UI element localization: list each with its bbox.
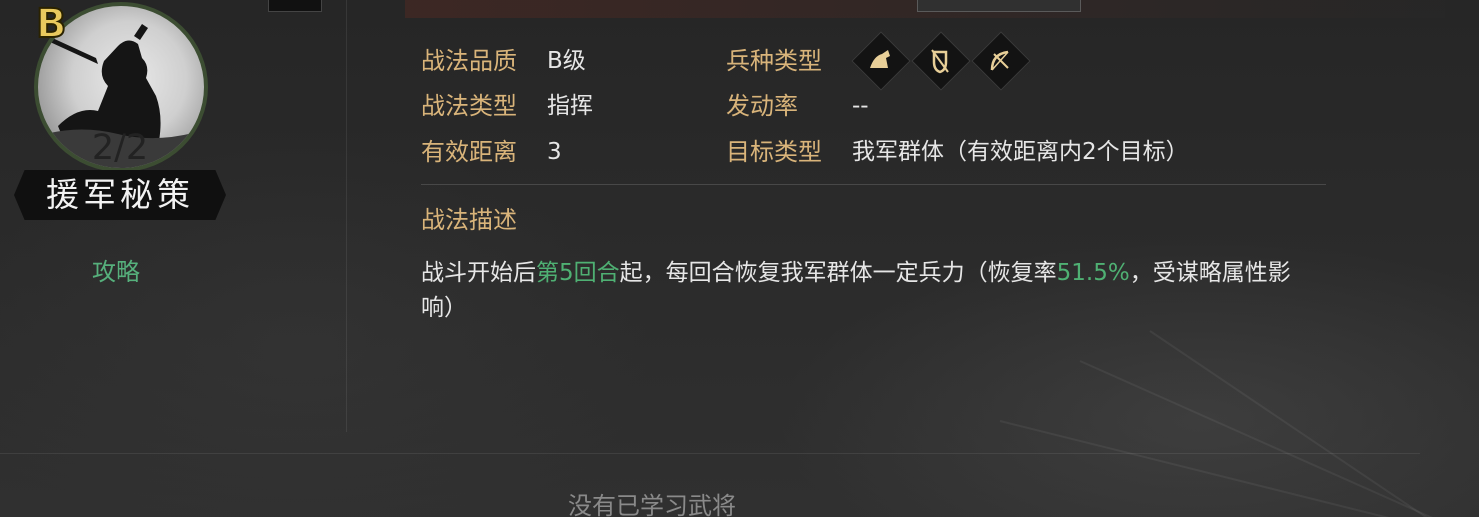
top-icon-slot[interactable] [268, 0, 322, 12]
description-part: 战斗开始后 [421, 260, 536, 286]
description-highlight: 第5回合 [536, 260, 620, 286]
cavalry-icon [860, 44, 900, 78]
type-label: 战法类型 [421, 92, 517, 120]
description-highlight: 51.5% [1056, 260, 1130, 286]
top-button[interactable] [917, 0, 1081, 12]
trigger-label: 发动率 [726, 92, 798, 120]
section-divider [421, 184, 1326, 185]
corner-mark [1398, 0, 1438, 6]
grade-badge: B [35, 1, 67, 47]
description-part: 起，每回合恢复我军群体一定兵力（恢复率 [619, 260, 1057, 286]
quality-label: 战法品质 [421, 47, 517, 75]
description-text: 战斗开始后第5回合起，每回合恢复我军群体一定兵力（恢复率51.5%，受谋略属性影… [421, 256, 1321, 326]
trigger-value: -- [852, 93, 869, 119]
horizontal-divider [0, 453, 1420, 454]
skill-count: 2/2 [91, 128, 149, 168]
background-stroke [1149, 330, 1450, 517]
vertical-divider [346, 0, 347, 432]
guide-link[interactable]: 攻略 [92, 256, 140, 288]
range-label: 有效距离 [421, 138, 517, 166]
range-value: 3 [547, 139, 562, 165]
target-label: 目标类型 [726, 138, 822, 166]
background-stroke [999, 420, 1447, 517]
background-stroke [1079, 360, 1465, 517]
shield-icon [920, 44, 960, 78]
troop-label: 兵种类型 [726, 47, 822, 75]
type-value: 指挥 [547, 93, 593, 119]
no-general-text: 没有已学习武将 [568, 492, 736, 517]
skill-detail-panel: B 2/2 援军秘策 攻略 战法品质 B级 战法类型 指挥 有效距离 3 兵种类… [0, 0, 1479, 517]
target-value: 我军群体（有效距离内2个目标） [852, 139, 1189, 165]
skill-name: 援军秘策 [46, 175, 194, 214]
archer-icon [980, 44, 1020, 78]
description-title: 战法描述 [421, 206, 517, 234]
quality-value: B级 [547, 48, 586, 74]
